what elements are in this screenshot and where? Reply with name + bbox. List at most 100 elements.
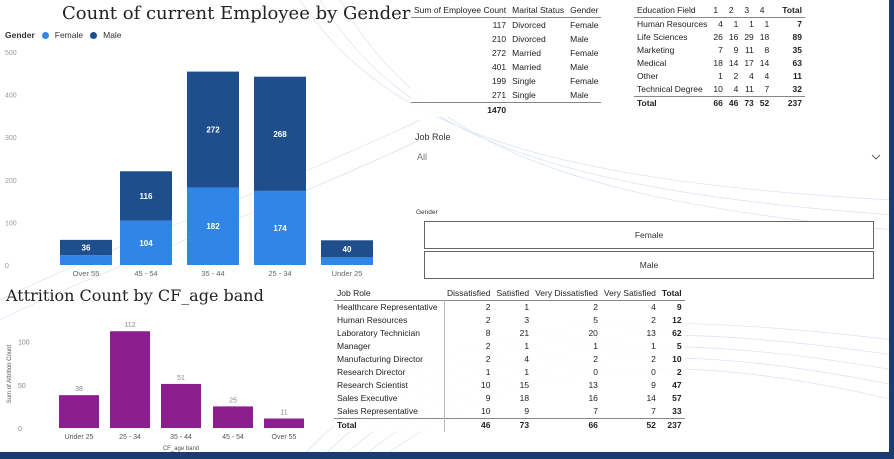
cell-value: 4 xyxy=(764,71,770,81)
col-header-2[interactable]: 2 xyxy=(726,4,741,18)
col-header-total[interactable]: Total xyxy=(772,4,805,18)
job-role-dropdown[interactable]: All xyxy=(417,152,883,166)
col-header-education-field[interactable]: Education Field xyxy=(634,4,710,18)
col-header-employee-count[interactable]: Sum of Employee Count xyxy=(411,4,509,18)
gender-option-male[interactable]: Male xyxy=(424,251,874,279)
table-row[interactable]: Marketing 7 9 11 8 35 xyxy=(634,44,805,57)
col-header-1[interactable]: 1 xyxy=(710,4,725,18)
table-row[interactable]: Healthcare Representative 2 1 2 4 9 xyxy=(334,300,685,314)
cell-value: 1 xyxy=(749,19,754,29)
table-row[interactable]: Research Director 1 1 0 0 2 xyxy=(334,366,685,379)
cell-total-value: 73 xyxy=(519,420,530,430)
col-header-satisfied[interactable]: Satisfied xyxy=(493,287,532,301)
table-row[interactable]: Life Sciences 26 16 29 18 89 xyxy=(634,31,805,44)
cell-total-count: 1470 xyxy=(487,105,507,115)
data-label: 11 xyxy=(280,409,287,416)
cell-value: 14 xyxy=(646,393,656,403)
cell-job-role: Research Scientist xyxy=(337,380,408,390)
table-row[interactable]: 117 Divorced Female xyxy=(411,17,602,33)
table-row[interactable]: Human Resources 2 3 5 2 12 xyxy=(334,314,685,327)
table-row[interactable]: Human Resources 4 1 1 1 7 xyxy=(634,17,805,32)
cell-marital-status: Married xyxy=(512,62,541,72)
cell-value: 63 xyxy=(792,58,802,68)
col-header-job-role[interactable]: Job Role xyxy=(334,287,444,301)
cell-value: 4 xyxy=(733,84,739,94)
cell-value: 5 xyxy=(676,341,682,351)
cell-value: 35 xyxy=(792,45,802,55)
education-field-matrix[interactable]: Education Field 1 2 3 4 Total Human Reso… xyxy=(634,4,805,110)
cell-value: 9 xyxy=(676,302,682,312)
cell-education-field: Human Resources xyxy=(637,19,708,29)
cell-value: 2 xyxy=(733,71,739,81)
cell-value: 2 xyxy=(651,315,656,325)
table-row[interactable]: 199 Single Female xyxy=(411,74,601,88)
table-row[interactable]: Manufacturing Director 2 4 2 2 10 xyxy=(334,353,685,366)
x-tick-label: 35 - 44 xyxy=(201,269,224,278)
y-axis-title: Sum of Attrition Count xyxy=(7,344,13,403)
cell-gender: Female xyxy=(570,48,599,58)
cell-value: 2 xyxy=(443,340,494,353)
cell-value: 9 xyxy=(651,380,656,390)
table-row[interactable]: 210 Divorced Male xyxy=(411,32,601,46)
col-header-dissatisfied[interactable]: Dissatisfied xyxy=(444,287,493,301)
cell-value: 2 xyxy=(593,354,598,364)
x-tick-label: 25 - 34 xyxy=(268,269,291,278)
cell-value: 11 xyxy=(744,84,754,94)
table-row[interactable]: Research Scientist 10 15 13 9 47 xyxy=(334,379,685,392)
cell-value: 1 xyxy=(733,19,739,29)
cell-value: 11 xyxy=(744,45,754,55)
col-header-3[interactable]: 3 xyxy=(741,4,756,18)
cell-education-field: Other xyxy=(637,71,659,81)
gender-stacked-bar-chart[interactable]: Count of current Employee by Gender Gend… xyxy=(0,0,410,285)
table-row[interactable]: 271 Single Male xyxy=(411,88,601,103)
table-row[interactable]: 272 Married Female xyxy=(411,46,601,60)
data-label: 25 xyxy=(229,397,237,404)
cell-value: 10 xyxy=(443,379,494,392)
table-row[interactable]: Laboratory Technician 8 21 20 13 62 xyxy=(334,327,685,340)
attrition-plot-area: Sum of Attrition Count 100 50 0 38 Under 25 11… xyxy=(7,322,304,452)
cell-value: 2 xyxy=(593,302,598,312)
cell-value: 7 xyxy=(764,84,770,94)
col-header-marital-status[interactable]: Marital Status xyxy=(509,4,567,18)
col-header-very-satisfied[interactable]: Very Satisfied xyxy=(601,287,659,301)
table-row[interactable]: Sales Representative 10 9 7 7 33 xyxy=(334,405,685,419)
total-row: Total 66 46 73 52 237 xyxy=(634,96,805,111)
x-tick-label: Over 55 xyxy=(272,434,297,441)
gender-slicer-title: Gender xyxy=(416,209,438,216)
col-header-4[interactable]: 4 xyxy=(757,4,772,18)
marital-status-table[interactable]: Sum of Employee Count Marital Status Gen… xyxy=(411,4,602,117)
table-row[interactable]: Sales Executive 9 18 16 14 57 xyxy=(334,392,685,405)
data-label: 38 xyxy=(75,386,83,393)
table-row[interactable]: Technical Degree 10 4 11 7 32 xyxy=(634,83,805,97)
col-header-very-dissatisfied[interactable]: Very Dissatisfied xyxy=(532,287,601,301)
cell-value: 5 xyxy=(593,315,598,325)
y-tick-label: 0 xyxy=(5,263,9,270)
cell-value: 15 xyxy=(519,380,530,390)
job-role-satisfaction-matrix[interactable]: Job Role Dissatisfied Satisfied Very Dis… xyxy=(334,287,685,432)
attrition-bar-chart[interactable]: Sum of Attrition Count 100 50 0 38 Under 25 11… xyxy=(0,308,330,454)
cell-employee-count: 401 xyxy=(491,62,507,72)
job-role-selected-value: All xyxy=(417,152,428,162)
cell-employee-count: 272 xyxy=(491,48,507,58)
cell-gender: Male xyxy=(570,34,589,44)
cell-employee-count: 271 xyxy=(491,90,507,100)
table-row[interactable]: Other 1 2 4 4 11 xyxy=(634,70,805,83)
total-row: Total 46 73 66 52 237 xyxy=(334,418,685,432)
cell-value: 14 xyxy=(728,58,739,68)
table-row[interactable]: Manager 2 1 1 1 5 xyxy=(334,340,685,353)
cell-value: 3 xyxy=(524,315,530,325)
gender-option-female[interactable]: Female xyxy=(424,221,874,249)
cell-marital-status: Single xyxy=(512,90,536,100)
cell-marital-status: Divorced xyxy=(512,34,546,44)
cell-education-field: Marketing xyxy=(637,45,675,55)
chevron-down-icon[interactable] xyxy=(871,152,881,164)
cell-value: 1 xyxy=(524,341,530,351)
cell-total-value: 237 xyxy=(667,420,682,430)
table-row[interactable]: Medical 18 14 17 14 63 xyxy=(634,57,805,70)
job-role-slicer-title: Job Role xyxy=(415,132,451,142)
col-header-total[interactable]: Total xyxy=(659,287,685,301)
cell-value: 33 xyxy=(672,406,682,416)
col-header-gender[interactable]: Gender xyxy=(567,4,601,18)
table-row[interactable]: 401 Married Male xyxy=(411,60,601,74)
cell-value: 21 xyxy=(519,328,530,338)
